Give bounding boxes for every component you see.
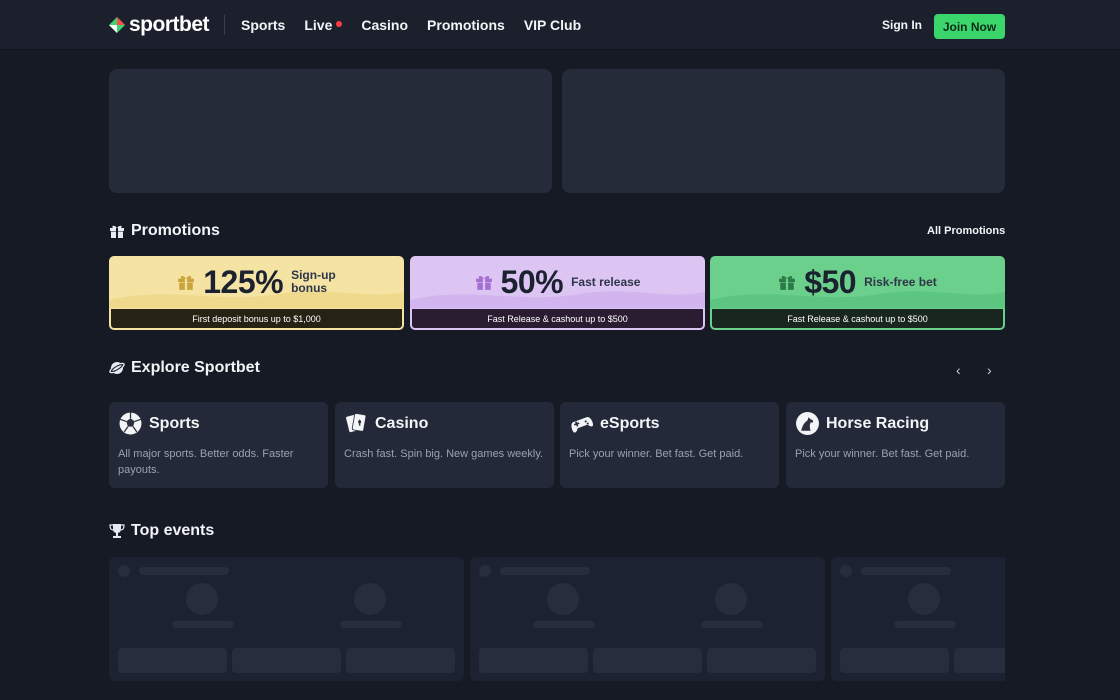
- skeleton-team-name: [533, 621, 595, 628]
- gift-icon: [178, 276, 195, 290]
- explore-card-name: Sports: [149, 414, 200, 432]
- skeleton-league-icon: [118, 565, 130, 577]
- gift-icon: [779, 276, 796, 290]
- skeleton-odds-button: [954, 648, 1005, 673]
- promo-label-line2: bonus: [291, 281, 328, 295]
- event-card-skeleton[interactable]: [831, 557, 1005, 681]
- skeleton-odds-button: [593, 648, 702, 673]
- nav-sports[interactable]: Sports: [241, 17, 285, 33]
- event-card-skeleton[interactable]: [470, 557, 825, 681]
- skeleton-league-name: [500, 567, 590, 575]
- promo-footer: Fast Release & cashout up to $500: [412, 309, 703, 328]
- promo-value: $50: [804, 263, 857, 300]
- skeleton-team-logo: [547, 583, 579, 615]
- explore-card-sports[interactable]: Sports All major sports. Better odds. Fa…: [109, 402, 328, 488]
- all-promotions-link[interactable]: All Promotions: [927, 225, 1005, 237]
- promo-label: Sign-up bonus: [291, 269, 336, 295]
- promotions-heading: Promotions: [109, 222, 220, 240]
- gamepad-icon: [571, 416, 594, 433]
- nav-live[interactable]: Live: [304, 17, 343, 33]
- playing-cards-icon: [345, 412, 367, 433]
- promo-value: 50%: [500, 263, 564, 300]
- promo-card-fast-release[interactable]: 50% Fast release Fast Release & cashout …: [410, 256, 705, 330]
- explore-card-desc: Crash fast. Spin big. New games weekly.: [344, 448, 544, 460]
- skeleton-league-icon: [840, 565, 852, 577]
- trophy-icon: [109, 524, 125, 538]
- gift-icon: [110, 225, 124, 238]
- nav-promotions[interactable]: Promotions: [427, 17, 505, 33]
- live-dot-icon: [336, 21, 343, 27]
- promo-main: 125% Sign-up bonus: [109, 256, 404, 308]
- skeleton-team-name: [340, 621, 402, 628]
- skeleton-league-icon: [479, 565, 491, 577]
- promo-label-line1: Sign-up: [291, 268, 336, 282]
- skeleton-odds-button: [840, 648, 949, 673]
- promotions-title: Promotions: [131, 222, 220, 239]
- explore-heading: Explore Sportbet: [109, 359, 260, 377]
- explore-card-desc: All major sports. Better odds. Faster pa…: [118, 448, 294, 476]
- sign-in-button[interactable]: Sign In: [882, 18, 922, 32]
- promo-footer: First deposit bonus up to $1,000: [111, 309, 402, 328]
- hero-banner-right[interactable]: [562, 69, 1005, 193]
- join-now-button[interactable]: Join Now: [934, 14, 1005, 39]
- explore-card-casino[interactable]: Casino Crash fast. Spin big. New games w…: [335, 402, 554, 488]
- skeleton-team-logo: [354, 583, 386, 615]
- skeleton-team-logo: [186, 583, 218, 615]
- explore-card-name: eSports: [600, 414, 660, 432]
- nav-divider: [224, 15, 225, 35]
- hero-banner-left[interactable]: [109, 69, 552, 193]
- logo-text: sportbet: [129, 13, 210, 36]
- explore-card-horse-racing[interactable]: Horse Racing Pick your winner. Bet fast.…: [786, 402, 1005, 488]
- logo-diamond-icon: [109, 17, 125, 33]
- logo[interactable]: sportbet: [108, 13, 210, 36]
- explore-card-esports[interactable]: eSports Pick your winner. Bet fast. Get …: [560, 402, 779, 488]
- explore-card-desc: Pick your winner. Bet fast. Get paid.: [795, 448, 970, 460]
- chevron-right-icon[interactable]: ›: [987, 362, 992, 378]
- skeleton-team-name: [894, 621, 956, 628]
- skeleton-league-name: [861, 567, 951, 575]
- promo-value: 125%: [203, 263, 284, 300]
- explore-card-head: Casino: [344, 411, 428, 436]
- promo-main: 50% Fast release: [410, 256, 705, 308]
- chevron-left-icon[interactable]: ‹: [956, 362, 961, 378]
- explore-card-desc: Pick your winner. Bet fast. Get paid.: [569, 448, 744, 460]
- promo-card-signup-bonus[interactable]: 125% Sign-up bonus First deposit bonus u…: [109, 256, 404, 330]
- nav-live-label: Live: [304, 17, 333, 33]
- skeleton-team-name: [701, 621, 763, 628]
- promo-label: Fast release: [571, 274, 641, 289]
- horse-icon: [796, 412, 819, 435]
- explore-card-head: Sports: [118, 411, 200, 436]
- skeleton-league-name: [139, 567, 229, 575]
- explore-card-head: eSports: [569, 411, 660, 436]
- promo-footer: Fast Release & cashout up to $500: [712, 309, 1003, 328]
- skeleton-odds-button: [118, 648, 227, 673]
- skeleton-odds-button: [707, 648, 816, 673]
- explore-card-head: Horse Racing: [795, 411, 929, 436]
- promo-card-risk-free-bet[interactable]: $50 Risk-free bet Fast Release & cashout…: [710, 256, 1005, 330]
- top-events-heading: Top events: [109, 522, 214, 540]
- soccer-ball-icon: [118, 411, 143, 436]
- planet-icon: [109, 362, 125, 374]
- skeleton-team-logo: [908, 583, 940, 615]
- promo-label: Risk-free bet: [864, 274, 937, 289]
- nav-casino[interactable]: Casino: [361, 17, 408, 33]
- gift-icon: [475, 276, 492, 290]
- promo-main: $50 Risk-free bet: [710, 256, 1005, 308]
- explore-title: Explore Sportbet: [131, 359, 260, 376]
- explore-card-name: Casino: [375, 414, 429, 432]
- skeleton-team-name: [172, 621, 234, 628]
- event-card-skeleton[interactable]: [109, 557, 464, 681]
- top-header: sportbet Sports Live Casino Promotions V…: [0, 0, 1120, 50]
- skeleton-odds-button: [346, 648, 455, 673]
- skeleton-team-logo: [715, 583, 747, 615]
- top-events-title: Top events: [131, 522, 215, 539]
- skeleton-odds-button: [479, 648, 588, 673]
- explore-card-name: Horse Racing: [826, 414, 930, 432]
- skeleton-odds-button: [232, 648, 341, 673]
- nav-vip-club[interactable]: VIP Club: [524, 17, 581, 33]
- main-nav: Sports Live Casino Promotions VIP Club: [241, 0, 600, 50]
